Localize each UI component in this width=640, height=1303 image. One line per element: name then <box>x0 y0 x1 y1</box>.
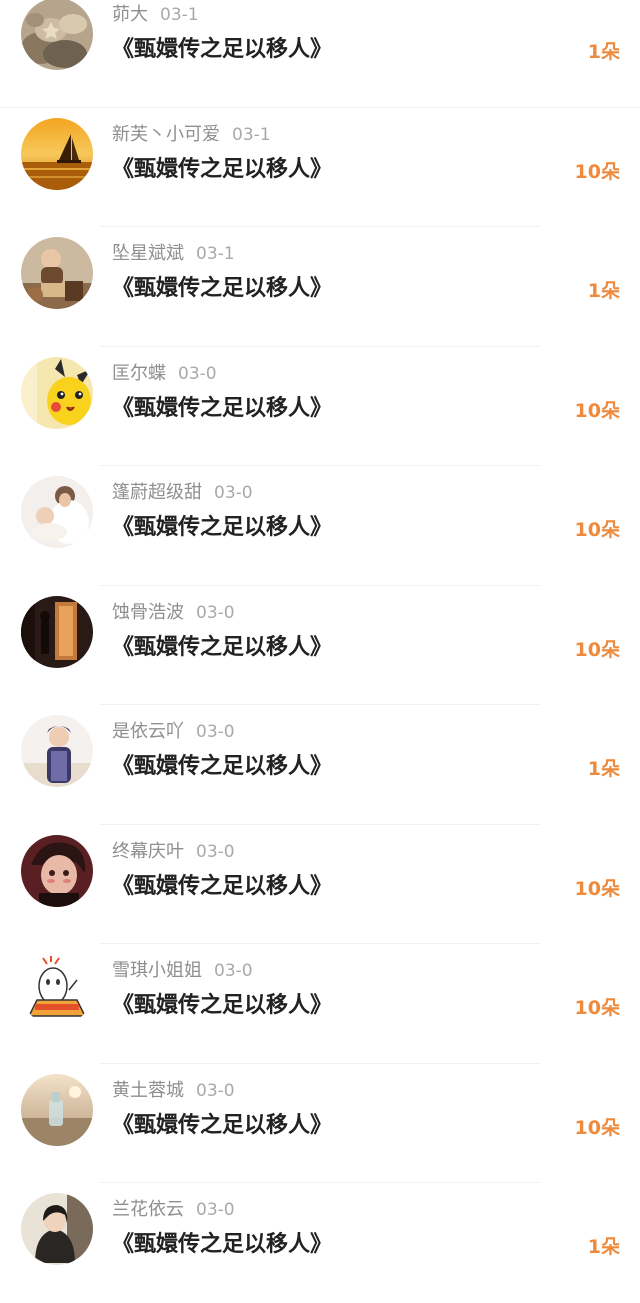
book-title[interactable]: 《甄嬛传之足以移人》 <box>112 271 332 307</box>
flower-count: 1朵 <box>587 1236 620 1258</box>
list-item[interactable]: 蚀骨浩波 03-0 《甄嬛传之足以移人》 10朵 <box>0 586 640 705</box>
sender-name: 茆大 <box>112 4 148 25</box>
book-title[interactable]: 《甄嬛传之足以移人》 <box>112 1108 332 1144</box>
list-item[interactable]: 是依云吖 03-0 《甄嬛传之足以移人》 1朵 <box>0 705 640 825</box>
list-item[interactable]: 匡尔蝶 03-0 《甄嬛传之足以移人》 10朵 <box>0 347 640 466</box>
dark-doorway-avatar[interactable] <box>21 595 93 668</box>
book-title[interactable]: 《甄嬛传之足以移人》 <box>112 1227 332 1263</box>
sailboat-sunset-avatar[interactable] <box>21 117 93 190</box>
book-title[interactable]: 《甄嬛传之足以移人》 <box>112 749 332 785</box>
flower-count: 1朵 <box>587 280 620 302</box>
flower-count: 1朵 <box>587 41 620 63</box>
flower-count: 10朵 <box>574 519 620 541</box>
book-title[interactable]: 《甄嬛传之足以移人》 <box>112 152 332 188</box>
book-title[interactable]: 《甄嬛传之足以移人》 <box>112 988 332 1024</box>
list-item[interactable]: 黄土蓉城 03-0 《甄嬛传之足以移人》 10朵 <box>0 1064 640 1183</box>
flower-count: 10朵 <box>574 997 620 1019</box>
list-item[interactable]: 兰花依云 03-0 《甄嬛传之足以移人》 1朵 <box>0 1183 640 1303</box>
sender-name: 新芙丶小可爱 <box>112 123 220 145</box>
gift-record-list: 茆大 03-1 《甄嬛传之足以移人》 1朵 新芙丶小可爱 03-1 《甄嬛传之足… <box>0 0 640 1274</box>
flower-count: 1朵 <box>587 758 620 780</box>
gift-date: 03-0 <box>214 483 253 503</box>
gift-date: 03-0 <box>196 722 235 742</box>
list-item[interactable]: 坠星斌斌 03-1 《甄嬛传之足以移人》 1朵 <box>0 227 640 347</box>
flower-count: 10朵 <box>574 1116 620 1139</box>
list-item[interactable]: 雪琪小姐姐 03-0 《甄嬛传之足以移人》 10朵 <box>0 944 640 1064</box>
gift-date: 03-0 <box>196 841 235 862</box>
flower-count: 10朵 <box>574 638 620 661</box>
list-item[interactable]: 篷蔚超级甜 03-0 《甄嬛传之足以移人》 10朵 <box>0 466 640 586</box>
anime-boy-avatar[interactable] <box>21 834 93 907</box>
book-title[interactable]: 《甄嬛传之足以移人》 <box>112 869 332 905</box>
sender-name: 兰花依云 <box>112 1199 184 1220</box>
woman-portrait-avatar[interactable] <box>21 1193 93 1265</box>
gift-date: 03-0 <box>196 1200 235 1220</box>
sender-name: 匡尔蝶 <box>112 362 166 384</box>
sender-name: 黄土蓉城 <box>112 1079 184 1101</box>
young-man-avatar[interactable] <box>21 715 93 787</box>
list-item[interactable]: 终幕庆叶 03-0 《甄嬛传之足以移人》 10朵 <box>0 825 640 944</box>
flower-count: 10朵 <box>574 877 620 900</box>
pebbles-avatar[interactable] <box>21 0 93 70</box>
mother-child-avatar[interactable] <box>21 476 93 548</box>
gift-date: 03-0 <box>214 961 253 981</box>
baby-photo-avatar[interactable] <box>21 237 93 309</box>
list-item[interactable]: 茆大 03-1 《甄嬛传之足以移人》 1朵 <box>0 0 640 108</box>
flower-count: 10朵 <box>574 399 620 422</box>
list-item[interactable]: 新芙丶小可爱 03-1 《甄嬛传之足以移人》 10朵 <box>0 108 640 227</box>
gift-date: 03-0 <box>196 602 235 623</box>
cartoon-character-avatar[interactable] <box>21 954 93 1026</box>
gift-date: 03-0 <box>196 1080 235 1101</box>
sender-name: 坠星斌斌 <box>112 243 184 264</box>
sender-name: 雪琪小姐姐 <box>112 960 202 981</box>
book-title[interactable]: 《甄嬛传之足以移人》 <box>112 32 332 68</box>
pikachu-avatar[interactable] <box>21 356 93 429</box>
flower-count: 10朵 <box>574 160 620 183</box>
bottle-beach-avatar[interactable] <box>21 1073 93 1146</box>
gift-date: 03-0 <box>178 363 217 384</box>
sender-name: 是依云吖 <box>112 721 184 742</box>
gift-date: 03-1 <box>160 5 199 25</box>
book-title[interactable]: 《甄嬛传之足以移人》 <box>112 630 332 666</box>
book-title[interactable]: 《甄嬛传之足以移人》 <box>112 391 332 427</box>
sender-name: 篷蔚超级甜 <box>112 482 202 503</box>
sender-name: 终幕庆叶 <box>112 840 184 862</box>
gift-date: 03-1 <box>196 244 235 264</box>
sender-name: 蚀骨浩波 <box>112 601 184 623</box>
gift-date: 03-1 <box>232 124 271 145</box>
book-title[interactable]: 《甄嬛传之足以移人》 <box>112 510 332 546</box>
